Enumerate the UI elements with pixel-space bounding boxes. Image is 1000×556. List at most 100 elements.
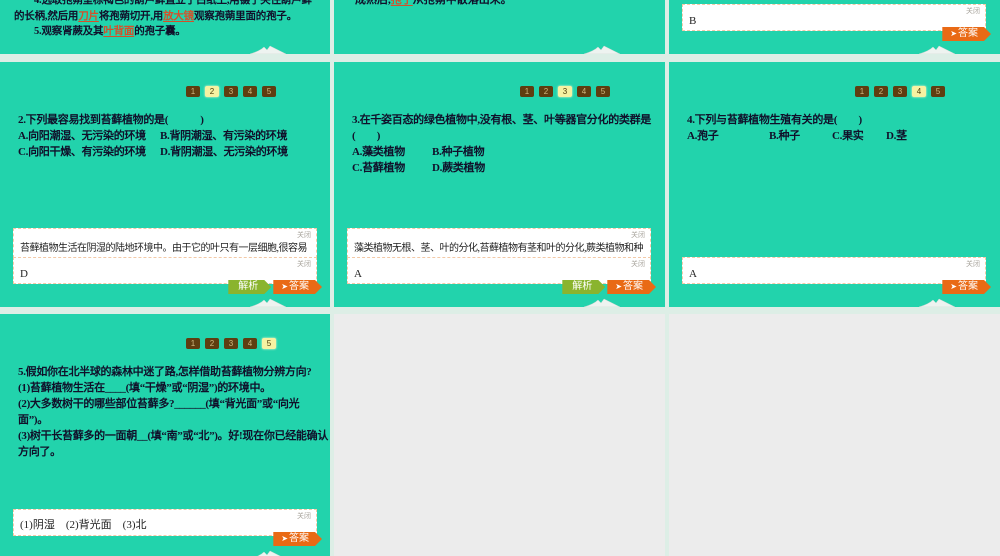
close-link[interactable]: 关闭 xyxy=(631,259,645,269)
answer-button-label: 答案 xyxy=(623,281,643,292)
pager-item-2[interactable]: 2 xyxy=(205,338,219,349)
arrow-icon: ➤ xyxy=(281,534,288,543)
step-text: 的长柄,然后用 xyxy=(14,10,79,22)
option-b: B.种子植物 xyxy=(432,146,485,158)
option-a: A.向阳潮湿、无污染的环境 xyxy=(18,130,146,142)
slide-pager: 1 2 3 4 5 xyxy=(186,338,276,349)
pager-item-3[interactable]: 3 xyxy=(893,86,907,97)
pager-item-4[interactable]: 4 xyxy=(577,86,591,97)
step-text: 观察孢蒴里面的孢子。 xyxy=(193,10,297,22)
pager-item-4[interactable]: 4 xyxy=(243,86,257,97)
close-link[interactable]: 关闭 xyxy=(966,259,980,269)
answer-text: D xyxy=(20,268,28,280)
answer-button[interactable]: ➤答案 xyxy=(273,280,322,294)
answer-text: A xyxy=(689,268,697,280)
highlighted-term: 叶背面 xyxy=(103,26,135,37)
question-text: (1)苔藓植物生活在____(填“干燥”或“阴湿”)的环境中。 xyxy=(18,382,271,394)
slide-buttons: ➤答案 xyxy=(0,532,322,546)
slide-canvas: 1 2 3 4 5 5.假如你在北半球的森林中迷了路,怎样借助苔藓植物分辨方向?… xyxy=(0,314,330,556)
pager-item-5[interactable]: 5 xyxy=(931,86,945,97)
close-link[interactable]: 关闭 xyxy=(297,259,311,269)
pager-item-5[interactable]: 5 xyxy=(262,338,276,349)
pager-item-3[interactable]: 3 xyxy=(224,338,238,349)
pager-item-1[interactable]: 1 xyxy=(855,86,869,97)
answer-button-label: 答案 xyxy=(289,281,309,292)
slide-q4[interactable]: 1 2 3 4 5 4.下列与苔藓植物生殖有关的是( ) A.孢子 B.种子 C.果… xyxy=(669,62,1000,307)
question-block: 4.下列与苔藓植物生殖有关的是( ) A.孢子 B.种子 C.果实 D.茎 xyxy=(687,112,989,144)
option-a: A.藻类植物 xyxy=(352,146,405,158)
experiment-steps-text: 4.选取孢蒴呈棕褐色的葫芦藓直立于白纸上,用镊子夹住葫芦藓 的长柄,然后用刀片将… xyxy=(14,0,320,40)
question-text: ( ) xyxy=(352,130,381,142)
slide-q5[interactable]: 1 2 3 4 5 5.假如你在北半球的森林中迷了路,怎样借助苔藓植物分辨方向?… xyxy=(0,314,330,556)
question-block: 3.在千姿百态的绿色植物中,没有根、茎、叶等器官分化的类群是 ( ) A.藻类植… xyxy=(352,112,654,176)
slide-pager: 1 2 3 4 5 xyxy=(186,86,276,97)
answer-text: (1)阴湿 (2)背光面 (3)北 xyxy=(20,519,147,531)
analysis-button[interactable]: 解析 xyxy=(228,280,271,294)
step-4-line-2: 的长柄,然后用刀片将孢蒴切开,用放大镜观察孢蒴里面的孢子。 xyxy=(14,9,320,25)
clipped-text-line: 成熟后,孢子从孢蒴中散落出来。 xyxy=(355,0,512,7)
option-b: B.种子 xyxy=(769,130,800,142)
clipped-text: 成熟后, xyxy=(355,0,391,6)
analysis-popup: 关闭 苔藓植物生活在阴湿的陆地环境中。由于它的叶只有一层细胞,很容易 xyxy=(13,228,317,258)
pager-item-5[interactable]: 5 xyxy=(596,86,610,97)
pager-item-4[interactable]: 4 xyxy=(243,338,257,349)
pager-item-3[interactable]: 3 xyxy=(224,86,238,97)
slide-buttons: 解析 ➤答案 xyxy=(0,280,322,294)
question-text: 2.下列最容易找到苔藓植物的是( ) xyxy=(18,114,204,126)
slide-discussion-partial[interactable]: 成熟后,孢子从孢蒴中散落出来。 xyxy=(334,0,665,54)
clipped-text: 从孢蒴中散落出来。 xyxy=(412,0,512,6)
options-row: A.向阳潮湿、无污染的环境 B.背阴潮湿、有污染的环境 xyxy=(18,128,320,144)
options-row: A.孢子 B.种子 C.果实 D.茎 xyxy=(687,128,989,144)
question-text: 面”)。 xyxy=(18,414,48,426)
page-curl-icon xyxy=(919,45,955,54)
slide-canvas: 成熟后,孢子从孢蒴中散落出来。 xyxy=(334,0,664,54)
close-link[interactable]: 关闭 xyxy=(966,6,980,16)
slide-experiment-partial[interactable]: 4.选取孢蒴呈棕褐色的葫芦藓直立于白纸上,用镊子夹住葫芦藓 的长柄,然后用刀片将… xyxy=(0,0,330,54)
answer-button-label: 答案 xyxy=(289,533,309,544)
option-c: C.苔藓植物 xyxy=(352,162,405,174)
slide-q3[interactable]: 1 2 3 4 5 3.在千姿百态的绿色植物中,没有根、茎、叶等器官分化的类群是… xyxy=(334,62,665,307)
slide-buttons: ➤答案 xyxy=(669,27,991,41)
question-text: 方向了。 xyxy=(18,446,61,458)
pager-item-1[interactable]: 1 xyxy=(186,86,200,97)
slide-sorter-grid: 4.选取孢蒴呈棕褐色的葫芦藓直立于白纸上,用镊子夹住葫芦藓 的长柄,然后用刀片将… xyxy=(0,0,1000,556)
page-curl-icon xyxy=(250,298,286,307)
page-curl-icon xyxy=(584,298,620,307)
slide-pager: 1 2 3 4 5 xyxy=(520,86,610,97)
answer-button[interactable]: ➤答案 xyxy=(942,280,991,294)
answer-button[interactable]: ➤答案 xyxy=(607,280,656,294)
pager-item-4[interactable]: 4 xyxy=(912,86,926,97)
question-text: 3.在千姿百态的绿色植物中,没有根、茎、叶等器官分化的类群是 xyxy=(352,114,651,126)
step-text: 观察肾蕨及其 xyxy=(41,26,104,37)
arrow-icon: ➤ xyxy=(281,282,288,291)
pager-item-1[interactable]: 1 xyxy=(520,86,534,97)
question-text: (3)树干长苔藓多的一面朝__(填“南”或“北”)。好!现在你已经能确认 xyxy=(18,430,329,442)
slide-q2[interactable]: 1 2 3 4 5 2.下列最容易找到苔藓植物的是( ) A.向阳潮湿、无污染的… xyxy=(0,62,330,307)
highlighted-term: 放大镜 xyxy=(163,10,194,22)
option-d: D.蕨类植物 xyxy=(432,162,485,174)
slide-canvas: 1 2 3 4 5 4.下列与苔藓植物生殖有关的是( ) A.孢子 B.种子 C.果… xyxy=(669,62,999,307)
options-row: C.苔藓植物 D.蕨类植物 xyxy=(352,160,654,176)
pager-item-2[interactable]: 2 xyxy=(205,86,219,97)
answer-button[interactable]: ➤答案 xyxy=(273,532,322,546)
close-link[interactable]: 关闭 xyxy=(297,511,311,521)
empty-grid-cell xyxy=(669,314,1000,556)
option-b: B.背阴潮湿、有污染的环境 xyxy=(160,130,288,142)
slide-canvas: 1 2 3 4 5 2.下列最容易找到苔藓植物的是( ) A.向阳潮湿、无污染的… xyxy=(0,62,330,307)
option-d: D.茎 xyxy=(886,130,907,142)
slide-q1-answer-partial[interactable]: 关闭 B ➤答案 xyxy=(669,0,1000,54)
step-text: 选取孢蒴呈棕褐色的葫芦藓直立于白纸上,用镊子夹住葫芦藓 xyxy=(41,0,312,6)
page-curl-icon xyxy=(250,45,286,54)
options-row: A.藻类植物 B.种子植物 xyxy=(352,144,654,160)
pager-item-5[interactable]: 5 xyxy=(262,86,276,97)
pager-item-1[interactable]: 1 xyxy=(186,338,200,349)
pager-item-2[interactable]: 2 xyxy=(874,86,888,97)
slide-buttons: 解析 ➤答案 xyxy=(334,280,656,294)
analysis-button[interactable]: 解析 xyxy=(562,280,605,294)
answer-button[interactable]: ➤答案 xyxy=(942,27,991,41)
pager-item-2[interactable]: 2 xyxy=(539,86,553,97)
highlighted-term: 刀片 xyxy=(78,10,99,22)
slide-canvas: 关闭 B ➤答案 xyxy=(669,0,999,54)
pager-item-3[interactable]: 3 xyxy=(558,86,572,97)
options-row: C.向阳干燥、有污染的环境 D.背阴潮湿、无污染的环境 xyxy=(18,144,320,160)
